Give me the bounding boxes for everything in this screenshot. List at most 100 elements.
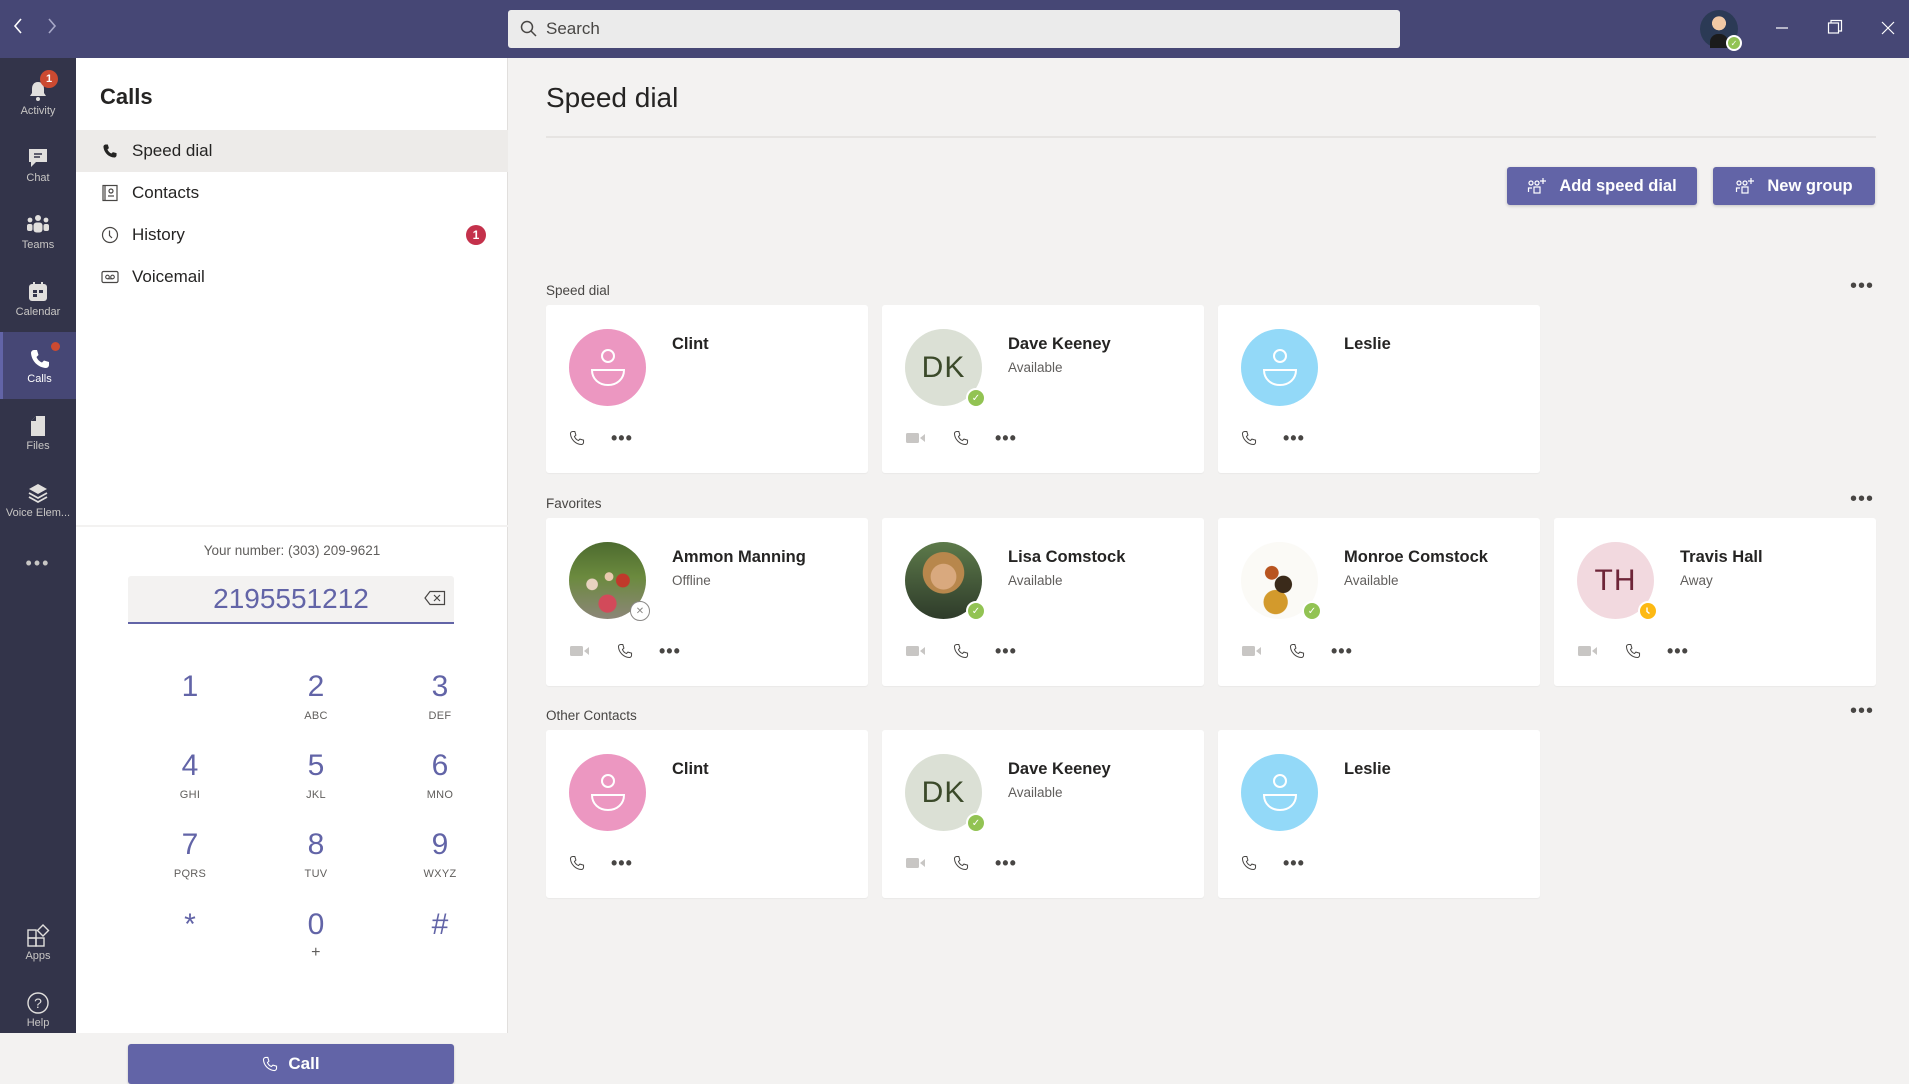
audio-call-button[interactable]	[953, 427, 969, 449]
audio-call-button[interactable]	[1241, 852, 1257, 874]
dial-key-8[interactable]: 8 TUV	[266, 828, 366, 898]
avatar: TH	[1577, 542, 1658, 621]
close-button[interactable]	[1873, 14, 1903, 44]
rail-label: Help	[26, 1016, 50, 1029]
avatar	[569, 754, 646, 831]
call-label: Call	[288, 1054, 320, 1073]
add-speed-dial-button[interactable]: Add speed dial	[1507, 167, 1697, 205]
restore-button[interactable]	[1820, 14, 1850, 44]
avatar: DK ✓	[905, 754, 986, 833]
contact-card[interactable]: DK ✓ Dave Keeney Available •••	[882, 305, 1204, 473]
dial-key-4[interactable]: 4 GHI	[140, 749, 240, 819]
audio-call-button[interactable]	[569, 852, 585, 874]
rail-item-voice-elements[interactable]: Voice Elem...	[0, 466, 76, 533]
key-letters: WXYZ	[423, 868, 457, 880]
dial-key-5[interactable]: 5 JKL	[266, 749, 366, 819]
avatar	[1241, 329, 1318, 406]
group-more-options[interactable]: •••	[1847, 276, 1877, 299]
contact-status: Available	[1008, 573, 1063, 588]
audio-call-button[interactable]	[569, 427, 585, 449]
forward-button[interactable]	[40, 14, 64, 42]
audio-call-button[interactable]	[953, 852, 969, 874]
video-call-button[interactable]	[569, 640, 591, 662]
more-options-button[interactable]: •••	[611, 852, 633, 874]
avatar	[1241, 754, 1318, 831]
dial-key-hash[interactable]: #	[390, 908, 490, 978]
default-person-icon	[588, 346, 628, 390]
dial-key-1[interactable]: 1	[140, 670, 240, 740]
audio-call-button[interactable]	[1625, 640, 1641, 662]
search-box[interactable]	[508, 10, 1400, 48]
contact-status: Offline	[672, 573, 711, 588]
more-options-button[interactable]: •••	[611, 427, 633, 449]
call-button[interactable]: Call	[128, 1044, 454, 1084]
group-more-options[interactable]: •••	[1847, 701, 1877, 724]
rail-item-calls[interactable]: Calls	[0, 332, 76, 399]
rail-item-chat[interactable]: Chat	[0, 131, 76, 198]
dial-key-6[interactable]: 6 MNO	[390, 749, 490, 819]
backspace-button[interactable]	[424, 590, 446, 606]
search-input[interactable]	[546, 19, 1346, 39]
contact-card[interactable]: Clint •••	[546, 305, 868, 473]
key-digit: 7	[181, 828, 199, 861]
dial-number-field[interactable]	[128, 576, 454, 624]
rail-item-activity[interactable]: Activity 1	[0, 64, 76, 131]
minimize-icon	[1776, 27, 1788, 29]
video-call-button[interactable]	[1577, 640, 1599, 662]
more-options-button[interactable]: •••	[1331, 640, 1353, 662]
more-options-button[interactable]: •••	[1283, 427, 1305, 449]
contact-card[interactable]: ✓ Lisa Comstock Available •••	[882, 518, 1204, 686]
video-call-button[interactable]	[905, 640, 927, 662]
more-options-button[interactable]: •••	[995, 427, 1017, 449]
clock-icon	[101, 226, 119, 244]
contact-card[interactable]: ✕ Ammon Manning Offline •••	[546, 518, 868, 686]
more-options-button[interactable]: •••	[995, 640, 1017, 662]
video-call-button[interactable]	[1241, 640, 1263, 662]
rail-label: Calendar	[15, 305, 61, 318]
calls-nav-contacts[interactable]: Contacts	[76, 172, 508, 214]
dial-key-0[interactable]: 0 +	[266, 908, 366, 978]
audio-call-button[interactable]	[617, 640, 633, 662]
contact-card[interactable]: ✓ Monroe Comstock Available •••	[1218, 518, 1540, 686]
group-more-options[interactable]: •••	[1847, 489, 1877, 512]
audio-call-button[interactable]	[1289, 640, 1305, 662]
more-options-button[interactable]: •••	[1283, 852, 1305, 874]
calls-nav-voicemail[interactable]: Voicemail	[76, 256, 508, 298]
phone-icon	[1241, 429, 1257, 447]
dial-key-2[interactable]: 2 ABC	[266, 670, 366, 740]
rail-item-calendar[interactable]: Calendar	[0, 265, 76, 332]
more-options-button[interactable]: •••	[659, 640, 681, 662]
contact-status: Away	[1680, 573, 1713, 588]
contact-card[interactable]: Clint •••	[546, 730, 868, 898]
calls-nav-speed-dial[interactable]: Speed dial	[76, 130, 508, 172]
profile-avatar[interactable]: ✓	[1700, 10, 1742, 51]
minimize-button[interactable]	[1767, 14, 1797, 44]
calls-nav-history[interactable]: History 1	[76, 214, 508, 256]
dial-key-3[interactable]: 3 DEF	[390, 670, 490, 740]
dial-key-9[interactable]: 9 WXYZ	[390, 828, 490, 898]
contact-card[interactable]: DK ✓ Dave Keeney Available •••	[882, 730, 1204, 898]
more-options-button[interactable]: •••	[1667, 640, 1689, 662]
contact-card[interactable]: TH Travis Hall Away •••	[1554, 518, 1876, 686]
more-apps-button[interactable]: •••	[0, 548, 76, 578]
rail-item-files[interactable]: Files	[0, 399, 76, 466]
phone-icon	[263, 1056, 278, 1072]
video-call-button[interactable]	[905, 427, 927, 449]
more-options-button[interactable]: •••	[995, 852, 1017, 874]
contact-status: Available	[1008, 785, 1063, 800]
dial-key-7[interactable]: 7 PQRS	[140, 828, 240, 898]
audio-call-button[interactable]	[1241, 427, 1257, 449]
add-people-icon	[1528, 178, 1547, 194]
contact-card[interactable]: Leslie •••	[1218, 730, 1540, 898]
video-call-button[interactable]	[905, 852, 927, 874]
new-group-button[interactable]: New group	[1713, 167, 1875, 205]
contact-card[interactable]: Leslie •••	[1218, 305, 1540, 473]
key-digit: 5	[307, 749, 325, 782]
dial-key-star[interactable]: *	[140, 908, 240, 978]
rail-item-apps[interactable]: Apps	[0, 909, 76, 976]
rail-item-teams[interactable]: Teams	[0, 198, 76, 265]
dial-number-input[interactable]	[171, 583, 411, 615]
back-button[interactable]	[6, 14, 30, 42]
audio-call-button[interactable]	[953, 640, 969, 662]
teams-icon	[27, 214, 49, 232]
